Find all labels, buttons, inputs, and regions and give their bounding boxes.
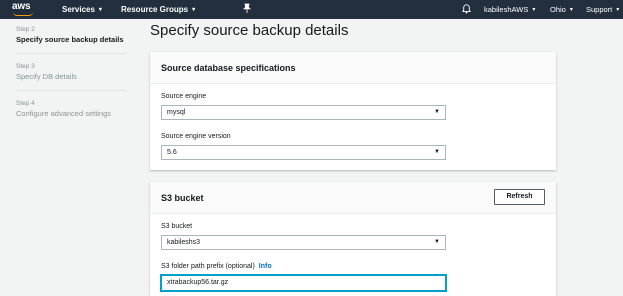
wizard-step-4[interactable]: Step 4 Configure advanced settings <box>16 100 126 127</box>
services-label: Services <box>62 5 95 14</box>
services-menu[interactable]: Services ▾ <box>62 5 102 14</box>
source-engine-version-label: Source engine version <box>161 133 231 140</box>
aws-logo-text: aws <box>12 1 31 12</box>
page-title: Specify source backup details <box>150 22 349 39</box>
region-menu[interactable]: Ohio ▾ <box>550 5 573 14</box>
account-menu[interactable]: kabileshAWS ▾ <box>484 5 535 14</box>
s3-prefix-value: xtrabackup56.tar.gz <box>167 279 229 286</box>
account-label: kabileshAWS <box>484 5 529 14</box>
panel-title: Source database specifications <box>161 63 296 73</box>
panel-header: S3 bucket Refresh <box>150 182 556 214</box>
s3-prefix-input[interactable]: xtrabackup56.tar.gz <box>161 275 446 291</box>
step-number: Step 4 <box>16 100 35 107</box>
panel-header: Source database specifications <box>150 52 556 84</box>
s3-prefix-label-row: S3 folder path prefix (optional) Info <box>161 263 272 270</box>
s3-bucket-value: kabileshs3 <box>167 239 201 246</box>
chevron-down-icon: ▾ <box>532 7 536 13</box>
source-engine-label: Source engine <box>161 93 207 100</box>
step-number: Step 3 <box>16 63 35 70</box>
step-title: Configure advanced settings <box>16 109 112 118</box>
dropdown-arrow-icon: ▼ <box>434 109 440 115</box>
s3-bucket-select[interactable]: kabileshs3 ▼ <box>161 235 446 250</box>
aws-logo-smile <box>13 12 33 16</box>
wizard-step-2[interactable]: Step 2 Specify source backup details <box>16 26 126 54</box>
resource-groups-label: Resource Groups <box>121 5 189 14</box>
source-database-panel: Source database specifications Source en… <box>150 52 556 170</box>
info-link[interactable]: Info <box>259 263 272 270</box>
dropdown-arrow-icon: ▼ <box>434 149 440 155</box>
chevron-down-icon: ▾ <box>98 7 102 13</box>
chevron-down-icon: ▾ <box>569 7 573 13</box>
top-nav: aws Services ▾ Resource Groups ▾ kabileshA… <box>0 0 623 19</box>
refresh-button[interactable]: Refresh <box>494 189 545 205</box>
source-engine-version-select[interactable]: 5.6 ▼ <box>161 145 446 160</box>
pin-icon[interactable] <box>242 3 252 17</box>
support-label: Support <box>586 5 613 14</box>
wizard-step-3[interactable]: Step 3 Specify DB details <box>16 63 126 91</box>
source-engine-version-value: 5.6 <box>167 149 177 156</box>
panel-title: S3 bucket <box>161 193 204 203</box>
source-engine-select[interactable]: mysql ▼ <box>161 105 446 120</box>
resource-groups-menu[interactable]: Resource Groups ▾ <box>121 5 195 14</box>
s3-bucket-panel: S3 bucket Refresh S3 bucket kabileshs3 ▼… <box>150 182 556 296</box>
chevron-down-icon: ▾ <box>616 7 620 13</box>
source-engine-value: mysql <box>167 109 186 116</box>
aws-logo[interactable]: aws <box>12 1 36 17</box>
step-number: Step 2 <box>16 26 35 33</box>
bell-icon[interactable] <box>461 4 472 14</box>
s3-prefix-label: S3 folder path prefix (optional) <box>161 263 255 270</box>
wizard-steps: Step 2 Specify source backup details Ste… <box>16 26 126 136</box>
step-title: Specify source backup details <box>16 35 124 44</box>
s3-bucket-label: S3 bucket <box>161 223 193 230</box>
chevron-down-icon: ▾ <box>192 7 196 13</box>
dropdown-arrow-icon: ▼ <box>434 239 440 245</box>
support-menu[interactable]: Support ▾ <box>586 5 619 14</box>
step-title: Specify DB details <box>16 72 77 81</box>
region-label: Ohio <box>550 5 566 14</box>
